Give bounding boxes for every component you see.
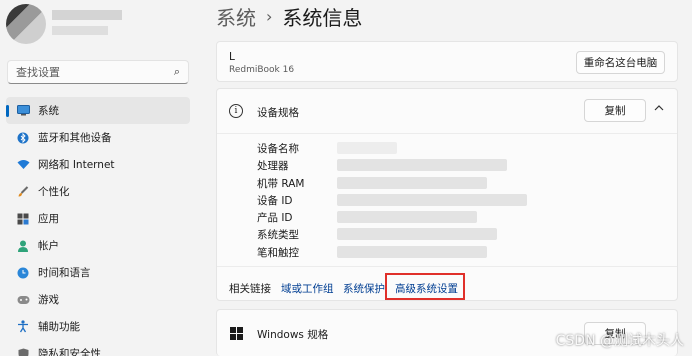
spec-value-blurred: [337, 194, 527, 206]
monitor-icon: [16, 104, 30, 118]
device-name-card: L RedmiBook 16 重命名这台电脑: [216, 41, 678, 82]
breadcrumb-system[interactable]: 系统: [216, 2, 256, 31]
avatar: [6, 4, 46, 44]
spec-label-product-id: 产品 ID: [257, 212, 293, 224]
spec-label-processor: 处理器: [257, 160, 289, 172]
device-specs-title: 设备规格: [257, 107, 299, 119]
device-specs-header[interactable]: i 设备规格 复制: [217, 89, 677, 133]
link-system-protection[interactable]: 系统保护: [343, 281, 385, 296]
sidebar-item-network[interactable]: 网络和 Internet: [6, 151, 190, 178]
link-domain-workgroup[interactable]: 域或工作组: [281, 281, 334, 296]
divider: [217, 133, 677, 134]
sidebar-item-gaming[interactable]: 游戏: [6, 286, 190, 313]
sidebar-item-label: 个性化: [38, 186, 70, 198]
spec-value-blurred: [337, 177, 487, 189]
link-advanced-system-settings[interactable]: 高级系统设置: [395, 281, 458, 296]
info-icon: i: [229, 104, 243, 118]
sidebar-nav: 系统 蓝牙和其他设备 网络和 Internet 个性化 应用 帐户 时间和语言 …: [0, 97, 200, 356]
spec-label-pen-touch: 笔和触控: [257, 247, 299, 259]
spec-value-blurred: [337, 246, 487, 258]
page-title: 系统 › 系统信息: [216, 2, 362, 31]
wifi-icon: [16, 158, 30, 172]
sidebar-item-label: 时间和语言: [38, 267, 91, 279]
rename-pc-button[interactable]: 重命名这台电脑: [576, 51, 665, 74]
sidebar-item-label: 帐户: [38, 240, 59, 252]
windows-logo-icon: [230, 325, 243, 344]
breadcrumb-separator: ›: [266, 7, 273, 26]
spec-label-system-type: 系统类型: [257, 229, 299, 241]
globe-clock-icon: [16, 266, 30, 280]
windows-specs-title: Windows 规格: [257, 329, 329, 341]
sidebar-item-time-language[interactable]: 时间和语言: [6, 259, 190, 286]
spec-value-blurred: [337, 159, 507, 171]
sidebar-item-bluetooth[interactable]: 蓝牙和其他设备: [6, 124, 190, 151]
brush-icon: [16, 185, 30, 199]
search-placeholder: 查找设置: [16, 66, 60, 79]
sidebar-item-label: 游戏: [38, 294, 59, 306]
spec-label-device-name: 设备名称: [257, 143, 299, 155]
spec-value-blurred: [337, 228, 497, 240]
sidebar-item-personalization[interactable]: 个性化: [6, 178, 190, 205]
bluetooth-icon: [16, 131, 30, 145]
sidebar-item-apps[interactable]: 应用: [6, 205, 190, 232]
apps-icon: [16, 212, 30, 226]
copy-specs-button[interactable]: 复制: [584, 99, 646, 122]
sidebar-item-label: 蓝牙和其他设备: [38, 132, 112, 144]
gamepad-icon: [16, 293, 30, 307]
search-input[interactable]: 查找设置 ⌕: [7, 60, 189, 84]
device-name: L: [229, 51, 235, 63]
related-links-label: 相关链接: [229, 283, 271, 295]
sidebar-item-label: 系统: [38, 105, 59, 117]
spec-label-ram: 机带 RAM: [257, 178, 305, 190]
sidebar-item-accounts[interactable]: 帐户: [6, 232, 190, 259]
user-email-blurred: [52, 26, 108, 35]
watermark: CSDN @测试木头人: [555, 333, 684, 349]
sidebar-item-label: 辅助功能: [38, 321, 80, 333]
sidebar-item-label: 网络和 Internet: [38, 159, 115, 171]
device-specs-card: i 设备规格 复制 设备名称 处理器 机带 RAM 设备 ID 产品 ID 系统…: [216, 88, 678, 301]
spec-value-blurred: [337, 142, 397, 154]
divider: [217, 266, 677, 267]
shield-icon: [16, 347, 30, 356]
sidebar-item-privacy[interactable]: 隐私和安全性: [6, 340, 190, 356]
accessibility-icon: [16, 320, 30, 334]
search-icon[interactable]: ⌕: [174, 65, 180, 79]
spec-value-blurred: [337, 211, 477, 223]
person-icon: [16, 239, 30, 253]
breadcrumb-current: 系统信息: [282, 6, 363, 30]
device-model: RedmiBook 16: [229, 65, 295, 75]
sidebar-item-label: 隐私和安全性: [38, 348, 101, 356]
sidebar-item-system[interactable]: 系统: [6, 97, 190, 124]
user-name-blurred: [52, 10, 122, 20]
sidebar-item-accessibility[interactable]: 辅助功能: [6, 313, 190, 340]
sidebar-item-label: 应用: [38, 213, 59, 225]
user-profile: [0, 0, 200, 56]
chevron-up-icon[interactable]: [653, 102, 665, 117]
spec-label-device-id: 设备 ID: [257, 195, 293, 207]
